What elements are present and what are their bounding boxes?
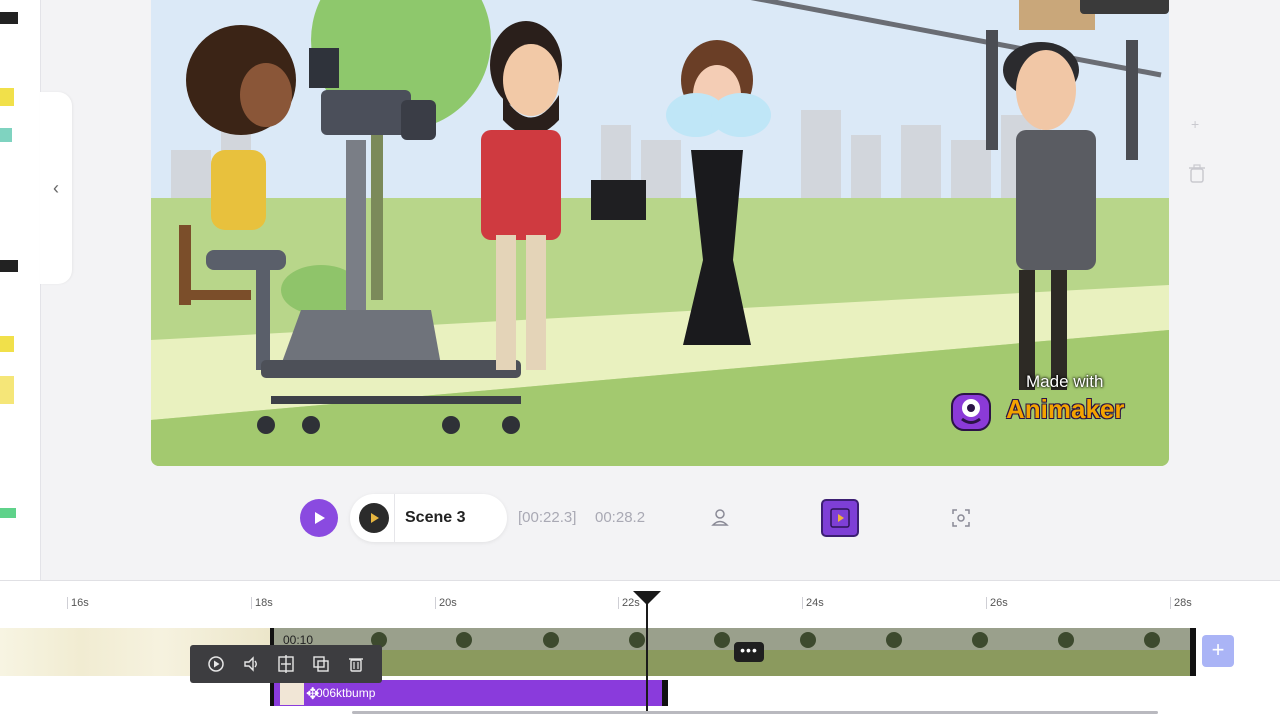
volume-icon bbox=[244, 656, 257, 672]
time-tick: 16s bbox=[67, 597, 89, 609]
add-scene-button[interactable]: + bbox=[1202, 635, 1234, 667]
panel-thumb[interactable] bbox=[0, 376, 14, 404]
background-thumbnails bbox=[274, 628, 1190, 676]
add-icon[interactable]: + bbox=[1191, 116, 1199, 132]
playback-controls: Scene 3 [00:22.3] 00:28.2 bbox=[0, 494, 1280, 542]
divider bbox=[394, 494, 395, 542]
play-icon bbox=[207, 656, 224, 672]
play-icon bbox=[315, 512, 325, 524]
timeline-scrollbar[interactable] bbox=[352, 711, 1158, 714]
time-tick: 28s bbox=[1170, 597, 1192, 609]
toolbar-volume-button[interactable] bbox=[240, 653, 262, 675]
panel-thumb[interactable] bbox=[0, 260, 18, 272]
character-thumbnail bbox=[280, 681, 304, 705]
play-all-button[interactable] bbox=[300, 499, 338, 537]
total-time: 00:28.2 bbox=[595, 509, 646, 526]
duplicate-icon bbox=[313, 656, 329, 672]
panel-thumb[interactable] bbox=[0, 88, 14, 106]
left-panel-strip bbox=[0, 0, 41, 580]
play-scene-button[interactable] bbox=[359, 503, 389, 533]
timeline[interactable]: 16s 18s 20s 22s 24s 26s 28s 00:10 ••• + … bbox=[0, 580, 1280, 721]
scene-selector[interactable]: Scene 3 bbox=[350, 494, 507, 542]
character-track-label: 006ktbump bbox=[316, 686, 376, 700]
watermark-brand-text: Animaker bbox=[1006, 394, 1125, 424]
time-tick: 24s bbox=[802, 597, 824, 609]
canvas-corner-chip[interactable] bbox=[1080, 0, 1169, 14]
current-time: [00:22.3] bbox=[518, 509, 577, 526]
move-cursor-icon: ✥ bbox=[306, 686, 320, 703]
collapse-panel-button[interactable]: ‹ bbox=[40, 92, 72, 284]
trash-icon bbox=[349, 658, 364, 672]
avatar-icon[interactable] bbox=[710, 508, 730, 528]
playhead[interactable] bbox=[646, 593, 648, 711]
play-icon bbox=[371, 513, 379, 523]
time-tick: 18s bbox=[251, 597, 273, 609]
toolbar-duplicate-button[interactable] bbox=[310, 653, 332, 675]
fit-screen-icon[interactable] bbox=[951, 508, 971, 528]
watermark-made-text: Made with bbox=[1026, 372, 1104, 391]
time-tick: 26s bbox=[986, 597, 1008, 609]
toolbar-split-button[interactable] bbox=[275, 653, 297, 675]
animaker-logo-icon bbox=[951, 393, 991, 431]
panel-thumb[interactable] bbox=[0, 128, 12, 142]
trash-icon[interactable] bbox=[1188, 164, 1206, 187]
film-play-icon bbox=[830, 508, 850, 528]
time-tick: 20s bbox=[435, 597, 457, 609]
playhead-handle[interactable] bbox=[633, 591, 661, 605]
split-icon bbox=[278, 655, 294, 673]
toolbar-play-button[interactable] bbox=[205, 653, 227, 675]
character-track[interactable]: 006ktbump bbox=[270, 680, 668, 706]
panel-thumb[interactable] bbox=[0, 12, 18, 24]
track-more-button[interactable]: ••• bbox=[734, 642, 764, 662]
scene-label: Scene 3 bbox=[405, 509, 466, 526]
item-toolbar bbox=[190, 645, 382, 683]
panel-thumb[interactable] bbox=[0, 336, 14, 352]
chevron-left-icon: ‹ bbox=[53, 177, 59, 198]
toolbar-delete-button[interactable] bbox=[345, 653, 367, 675]
animaker-watermark: Made with Animaker bbox=[948, 370, 1148, 440]
background-track[interactable] bbox=[270, 628, 1196, 676]
preview-button[interactable] bbox=[821, 499, 859, 537]
